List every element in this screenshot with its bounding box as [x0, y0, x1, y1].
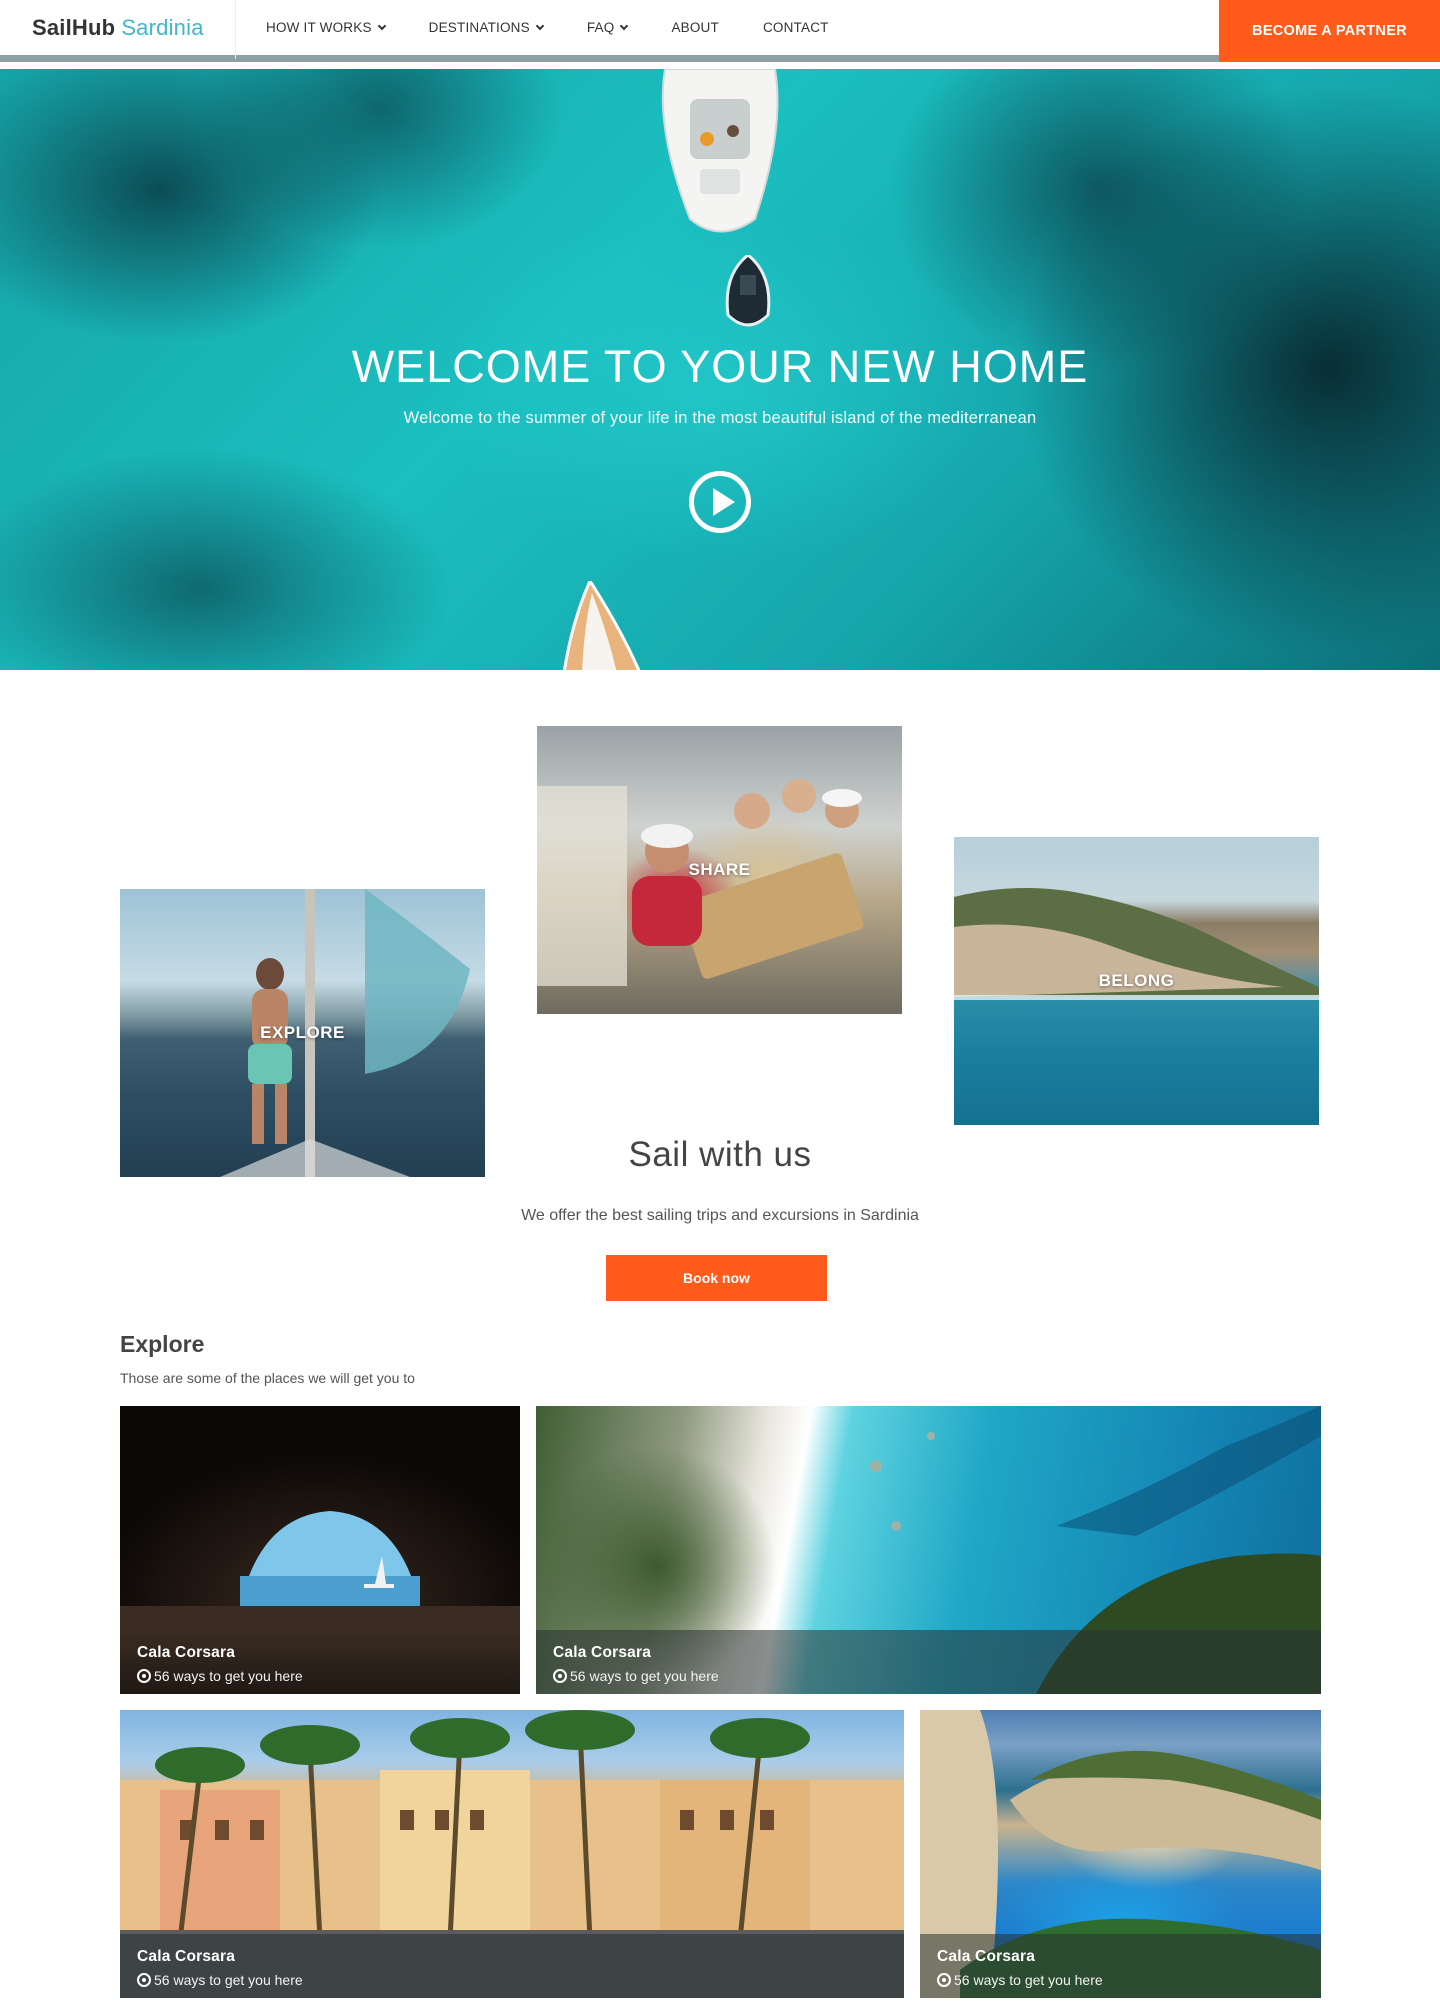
destination-meta: 56 ways to get you here — [137, 1668, 520, 1684]
destination-meta: 56 ways to get you here — [553, 1668, 1321, 1684]
nav-destinations-label: DESTINATIONS — [428, 20, 530, 35]
destination-meta-text: 56 ways to get you here — [570, 1668, 719, 1684]
destination-meta-text: 56 ways to get you here — [154, 1668, 303, 1684]
share-tile[interactable]: SHARE — [537, 726, 902, 1014]
nav-faq[interactable]: FAQ — [586, 20, 629, 35]
belong-tile-label: BELONG — [1098, 971, 1175, 990]
brand-name: SailHub — [32, 14, 116, 40]
nav-contact-label: CONTACT — [762, 20, 829, 35]
top-navigation: SailHub Sardinia HOW IT WORKS DESTINATIO… — [0, 0, 1440, 62]
hero-title: WELCOME TO YOUR NEW HOME — [351, 341, 1089, 392]
destination-card[interactable]: Cala Corsara 56 ways to get you here — [536, 1406, 1321, 1694]
brand-region: Sardinia — [121, 14, 204, 40]
destination-card[interactable]: Cala Corsara 56 ways to get you here — [920, 1710, 1321, 1998]
nav-how-it-works[interactable]: HOW IT WORKS — [266, 20, 386, 35]
hero-subtitle: Welcome to the summer of your life in th… — [403, 409, 1037, 427]
nav-about-label: ABOUT — [671, 20, 719, 35]
belong-tile[interactable]: BELONG — [954, 837, 1319, 1125]
play-circle-icon[interactable] — [689, 471, 751, 533]
destination-title: Cala Corsara — [553, 1644, 652, 1661]
nav-contact[interactable]: CONTACT — [763, 20, 829, 35]
destination-meta-text: 56 ways to get you here — [954, 1972, 1103, 1988]
become-partner-button[interactable]: BECOME A PARTNER — [1219, 0, 1440, 62]
location-pin-icon — [137, 1973, 151, 1987]
destination-card[interactable]: Cala Corsara 56 ways to get you here — [120, 1406, 520, 1694]
destination-title: Cala Corsara — [937, 1948, 1036, 1965]
destination-card-caption: Cala Corsara 56 ways to get you here — [120, 1934, 904, 1998]
destination-meta: 56 ways to get you here — [137, 1972, 904, 1988]
destination-card-caption: Cala Corsara 56 ways to get you here — [536, 1630, 1321, 1694]
destination-card-caption: Cala Corsara 56 ways to get you here — [120, 1630, 520, 1694]
hero-banner: WELCOME TO YOUR NEW HOME Welcome to the … — [0, 69, 1440, 670]
nav-faq-label: FAQ — [586, 20, 615, 35]
destination-card-caption: Cala Corsara 56 ways to get you here — [920, 1934, 1321, 1998]
main-menu: HOW IT WORKS DESTINATIONS FAQ ABOUT CONT… — [266, 0, 873, 59]
sail-section-subtitle: We offer the best sailing trips and excu… — [521, 1207, 919, 1224]
brand-logo[interactable]: SailHub Sardinia — [0, 0, 236, 59]
explore-subheading: Those are some of the places we will get… — [120, 1370, 415, 1386]
nav-destinations[interactable]: DESTINATIONS — [428, 20, 545, 35]
location-pin-icon — [937, 1973, 951, 1987]
destination-meta-text: 56 ways to get you here — [154, 1972, 303, 1988]
boat-bow-image — [562, 581, 641, 670]
sail-section-title: Sail with us — [628, 1135, 812, 1174]
chevron-down-icon — [377, 21, 386, 30]
destination-title: Cala Corsara — [137, 1948, 236, 1965]
explore-tile[interactable]: EXPLORE — [120, 889, 485, 1177]
dinghy-image — [725, 255, 771, 327]
chevron-down-icon — [535, 21, 545, 30]
destination-meta: 56 ways to get you here — [937, 1972, 1321, 1988]
destination-card[interactable]: Cala Corsara 56 ways to get you here — [120, 1710, 904, 1998]
sailboat-image — [661, 69, 779, 233]
nav-about[interactable]: ABOUT — [671, 20, 719, 35]
location-pin-icon — [137, 1669, 151, 1683]
location-pin-icon — [553, 1669, 567, 1683]
explore-heading: Explore — [120, 1331, 205, 1357]
destination-title: Cala Corsara — [137, 1644, 236, 1661]
chevron-down-icon — [620, 21, 629, 30]
share-tile-label: SHARE — [688, 860, 751, 879]
nav-how-it-works-label: HOW IT WORKS — [266, 20, 372, 35]
explore-tile-label: EXPLORE — [260, 1023, 345, 1042]
book-now-button[interactable]: Book now — [606, 1255, 827, 1301]
